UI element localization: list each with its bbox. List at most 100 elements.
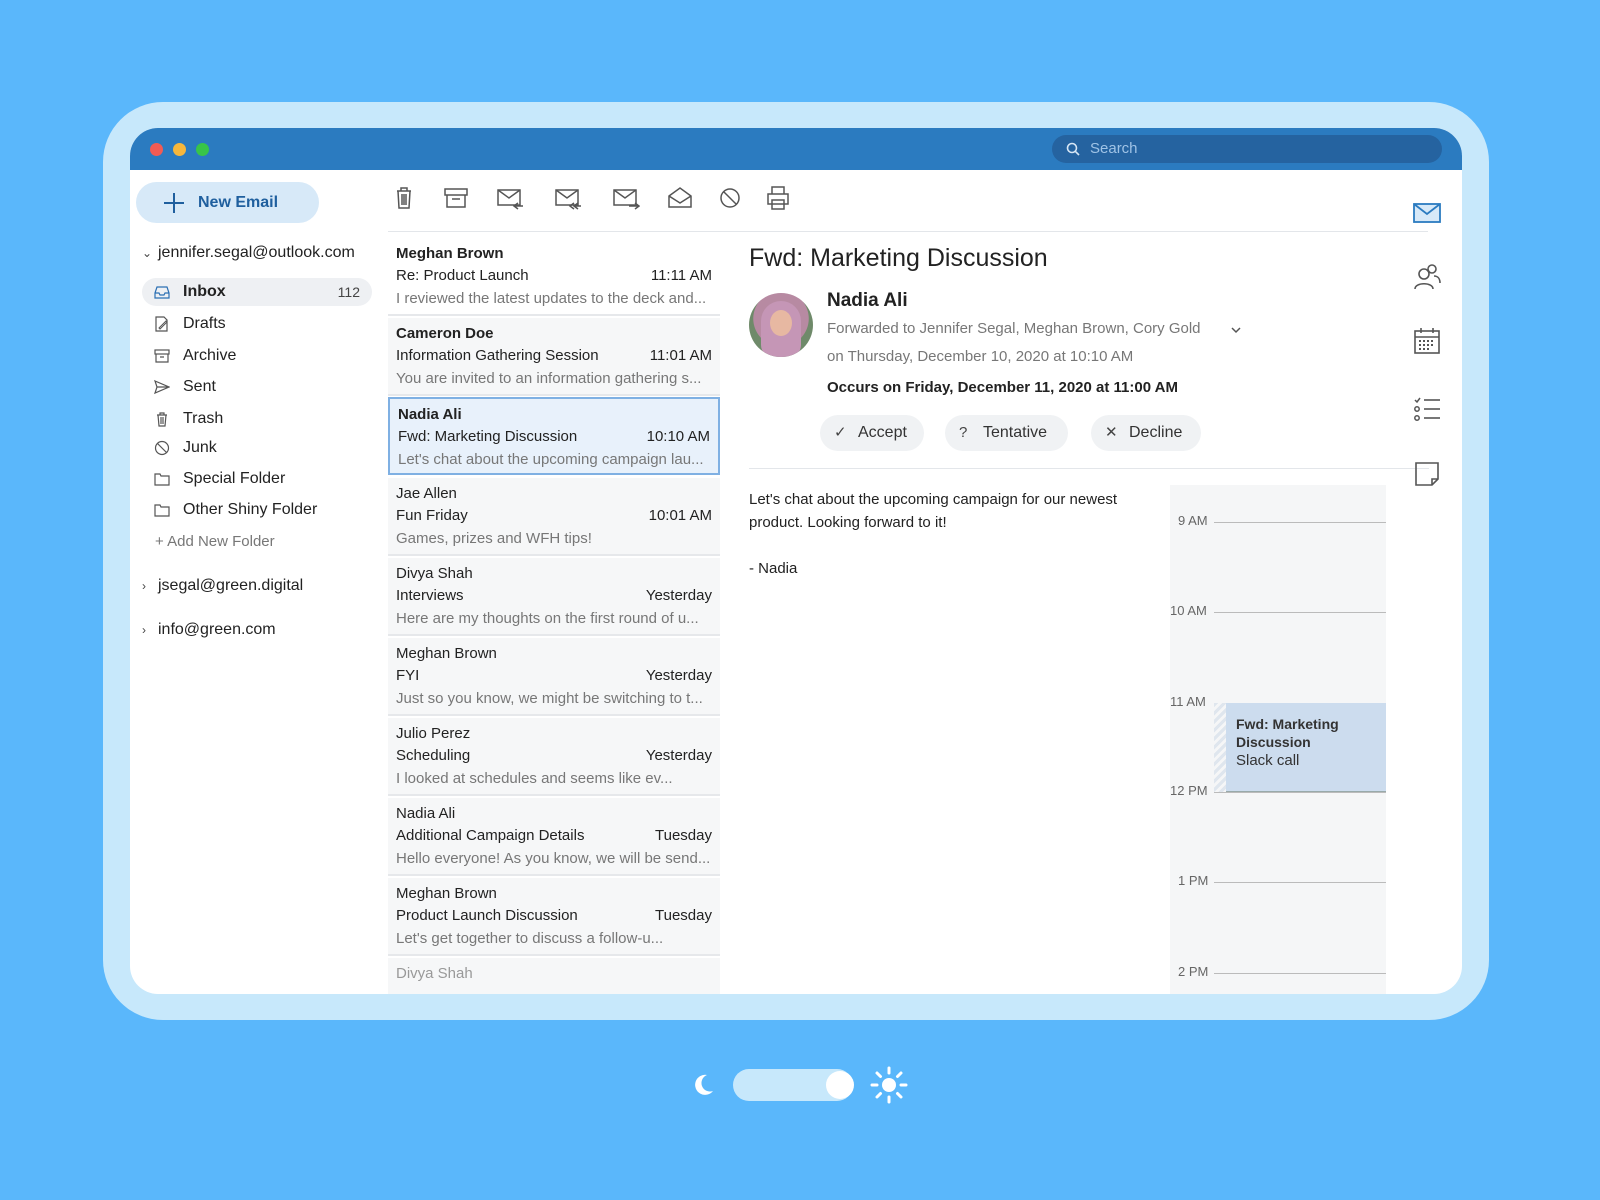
maximize-window-button[interactable] (196, 143, 209, 156)
message-preview: I reviewed the latest updates to the dec… (396, 290, 707, 307)
print-icon[interactable] (764, 184, 792, 212)
event-subtitle: Slack call (1236, 752, 1300, 769)
account-toggle-primary[interactable]: ⌄ jennifer.segal@outlook.com (142, 244, 355, 262)
message-subject: Product Launch Discussion Tuesday (396, 904, 712, 928)
tentative-label: Tentative (983, 424, 1048, 441)
account-email: jsegal@green.digital (158, 577, 304, 594)
forwarded-to: Forwarded to Jennifer Segal, Meghan Brow… (827, 320, 1201, 337)
message-row[interactable]: Divya Shah (388, 958, 720, 994)
add-new-folder-link[interactable]: + Add New Folder (155, 533, 275, 550)
archive-icon (154, 349, 170, 363)
message-row[interactable]: Meghan Brown Product Launch Discussion Tu… (388, 878, 720, 956)
message-time: 10:01 AM (648, 507, 712, 524)
account-toggle-info-green[interactable]: › info@green.com (142, 621, 276, 639)
message-row[interactable]: Cameron Doe Information Gathering Sessio… (388, 318, 720, 396)
hour-row: 1 PM (1170, 873, 1386, 888)
archive-icon[interactable] (442, 184, 470, 212)
message-sender: Meghan Brown (396, 245, 504, 262)
message-row[interactable]: Nadia Ali Additional Campaign Details Tue… (388, 798, 720, 876)
message-preview: Games, prizes and WFH tips! (396, 530, 592, 547)
message-preview: Let's get together to discuss a follow-u… (396, 930, 664, 947)
message-title: Fwd: Marketing Discussion (749, 244, 1048, 272)
folder-trash[interactable]: Trash (142, 405, 372, 433)
header-divider (749, 468, 1429, 469)
message-time: 11:01 AM (649, 347, 712, 364)
message-subject: Interviews Yesterday (396, 584, 712, 608)
delete-icon[interactable] (390, 184, 418, 212)
title-bar: Search (130, 128, 1462, 170)
trash-icon (157, 412, 167, 427)
message-row[interactable]: Divya Shah Interviews Yesterday Here are … (388, 558, 720, 636)
folder-drafts[interactable]: Drafts (142, 310, 372, 338)
message-time: Tuesday (655, 827, 712, 844)
accept-label: Accept (858, 424, 907, 441)
accept-button[interactable]: ✓ Accept (820, 415, 924, 451)
event-stripe (1214, 703, 1226, 792)
sent-date: on Thursday, December 10, 2020 at 10:10 … (827, 348, 1134, 365)
reply-icon[interactable] (496, 184, 524, 212)
body-signoff: - Nadia (749, 560, 798, 577)
message-sender: Divya Shah (396, 965, 473, 982)
day-calendar[interactable]: 9 AM 10 AM 11 AM 12 PM 1 PM 2 PM Fwd: Ma… (1170, 485, 1386, 994)
folder-sent[interactable]: Sent (142, 373, 372, 401)
hour-row: 9 AM (1170, 513, 1386, 528)
calendar-event[interactable]: Fwd: Marketing Discussion Slack call (1226, 703, 1386, 792)
message-row[interactable]: Jae Allen Fun Friday 10:01 AM Games, priz… (388, 478, 720, 556)
reply-all-icon[interactable] (554, 184, 582, 212)
mark-read-icon[interactable] (666, 184, 694, 212)
message-preview: Hello everyone! As you know, we will be … (396, 850, 711, 867)
message-row[interactable]: Meghan Brown Re: Product Launch 11:11 AM … (388, 238, 720, 316)
chevron-down-icon: ⌄ (142, 246, 153, 260)
body-paragraph: Let's chat about the upcoming campaign f… (749, 491, 1118, 531)
folder-label: Junk (183, 439, 217, 456)
message-subject: Re: Product Launch 11:11 AM (396, 264, 712, 288)
message-preview: I looked at schedules and seems like ev.… (396, 770, 673, 787)
folder-label: Sent (183, 378, 216, 395)
new-email-button[interactable]: New Email (136, 182, 319, 223)
message-row-selected[interactable]: Nadia Ali Fwd: Marketing Discussion 10:10… (388, 397, 720, 475)
notes-icon[interactable] (1412, 459, 1442, 489)
message-row[interactable]: Meghan Brown FYI Yesterday Just so you kn… (388, 638, 720, 716)
folder-label: Archive (183, 347, 237, 364)
sun-icon[interactable] (869, 1065, 909, 1105)
sent-icon (154, 379, 170, 395)
decline-button[interactable]: ✕ Decline (1091, 415, 1201, 451)
moon-icon[interactable] (690, 1072, 716, 1098)
folder-other-shiny[interactable]: Other Shiny Folder (142, 496, 372, 524)
calendar-icon[interactable] (1412, 326, 1442, 356)
message-sender: Meghan Brown (396, 645, 497, 662)
folder-archive[interactable]: Archive (142, 342, 372, 370)
message-time: 10:10 AM (646, 428, 710, 445)
search-placeholder: Search (1090, 140, 1138, 157)
search-input[interactable]: Search (1052, 135, 1442, 163)
sender-name: Nadia Ali (827, 290, 908, 311)
message-preview: You are invited to an information gather… (396, 370, 702, 387)
block-icon[interactable] (716, 184, 744, 212)
folder-icon (154, 504, 170, 517)
tasks-icon[interactable] (1412, 394, 1442, 424)
chevron-down-icon[interactable] (1230, 324, 1242, 336)
account-toggle-green-digital[interactable]: › jsegal@green.digital (142, 577, 303, 595)
people-icon[interactable] (1412, 262, 1442, 292)
hour-row: 10 AM (1170, 603, 1386, 618)
message-subject: Fun Friday 10:01 AM (396, 504, 712, 528)
forward-icon[interactable] (612, 184, 640, 212)
message-sender: Divya Shah (396, 565, 473, 582)
hour-row: 2 PM (1170, 964, 1386, 979)
message-preview: Here are my thoughts on the first round … (396, 610, 699, 627)
mail-icon[interactable] (1412, 198, 1442, 228)
tentative-button[interactable]: ? Tentative (945, 415, 1068, 451)
message-subject: FYI Yesterday (396, 664, 712, 688)
folder-label: Other Shiny Folder (183, 501, 318, 518)
theme-toggle-knob[interactable] (826, 1071, 854, 1099)
minimize-window-button[interactable] (173, 143, 186, 156)
folder-junk[interactable]: Junk (142, 434, 372, 462)
folder-inbox[interactable]: Inbox 112 (142, 278, 372, 306)
message-preview: Let's chat about the upcoming campaign l… (398, 451, 704, 468)
close-window-button[interactable] (150, 143, 163, 156)
message-time: Yesterday (645, 587, 712, 604)
message-time: Tuesday (655, 907, 712, 924)
message-row[interactable]: Julio Perez Scheduling Yesterday I looked… (388, 718, 720, 796)
chevron-right-icon: › (142, 579, 146, 593)
folder-special[interactable]: Special Folder (142, 465, 372, 493)
